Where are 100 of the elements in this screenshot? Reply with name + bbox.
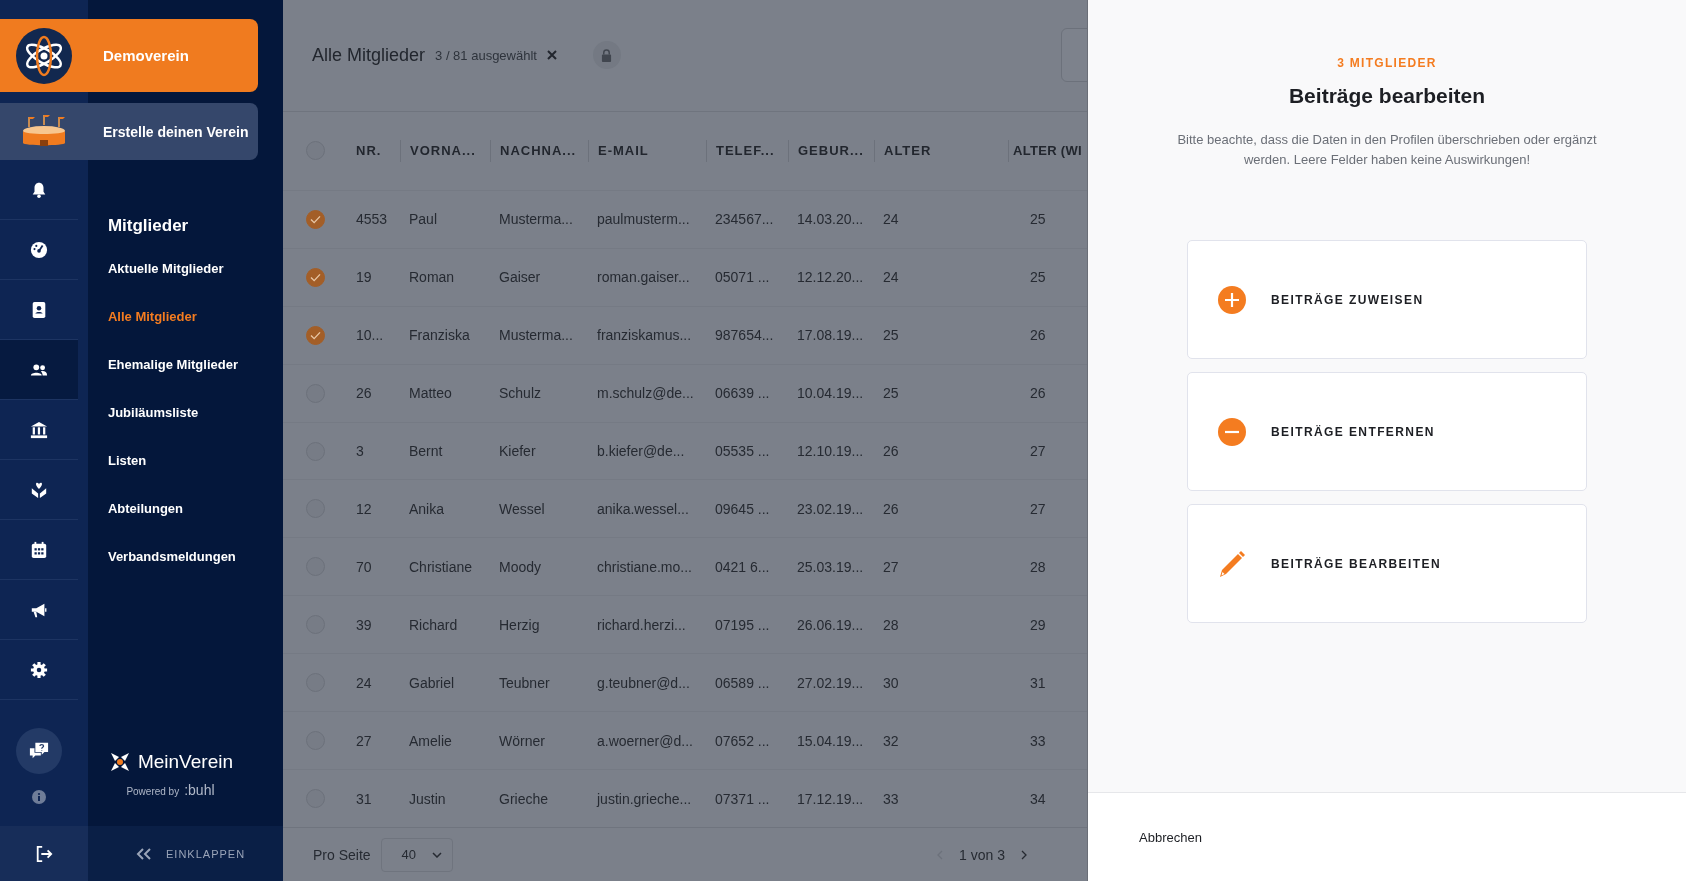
table-cell-text: 27 <box>1029 500 1047 517</box>
table-cell-text: 12 <box>355 500 373 517</box>
table-cell-text: 32 <box>882 732 900 749</box>
table-cell-text: Amelie <box>408 732 453 749</box>
table-cell-text: 0421 6... <box>714 558 771 575</box>
page-title: Alle Mitglieder <box>312 44 426 66</box>
table-cell-text: Paul <box>408 211 439 228</box>
close-icon[interactable] <box>546 50 557 61</box>
lock-button[interactable] <box>592 41 621 70</box>
logout-icon[interactable] <box>35 844 53 863</box>
table-cell-text: anika.wessel... <box>596 500 690 517</box>
table-cell-text: 05071 ... <box>714 269 771 286</box>
table-cell-text: Bernt <box>408 443 444 459</box>
table-cell-text: m.schulz@de... <box>596 385 695 402</box>
collapse-button[interactable]: EINKLAPPEN <box>88 847 246 860</box>
help-button[interactable] <box>15 728 62 774</box>
table-cell-text: Christiane <box>408 558 474 575</box>
stadium-icon <box>21 114 67 149</box>
table-cell-text: christiane.mo... <box>596 558 693 575</box>
next-page-icon[interactable] <box>1021 849 1027 860</box>
table-cell-text: richard.herzi... <box>596 616 687 633</box>
table-cell-text: Anika <box>408 500 446 517</box>
check-icon <box>309 214 321 224</box>
nav-link[interactable]: Verbandsmeldungen <box>107 532 236 580</box>
action-card[interactable]: BEITRÄGE BEARBEITEN <box>1187 504 1587 623</box>
row-checkbox[interactable] <box>305 267 325 287</box>
column-header[interactable]: VORNA... <box>400 139 490 162</box>
brand-name: MeinVerein <box>137 751 233 773</box>
table-cell-text: 987654... <box>714 327 775 344</box>
nav-link[interactable]: Listen <box>107 436 147 484</box>
table-cell-text: 25 <box>882 327 900 344</box>
table-cell-text: paulmusterm... <box>596 211 691 228</box>
nav-link[interactable]: Alle Mitglieder <box>107 292 197 340</box>
table-cell-text: 31 <box>355 790 373 807</box>
table-cell-text: 3 <box>355 443 365 459</box>
nav-link[interactable]: Ehemalige Mitglieder <box>107 340 238 388</box>
atom-logo-icon <box>16 27 72 84</box>
table-cell-text: 31 <box>1029 674 1047 691</box>
table-cell-text: franziskamus... <box>596 327 693 344</box>
table-cell-text: a.woerner@d... <box>596 732 694 749</box>
calendar-icon <box>29 540 48 559</box>
table-cell-text: 26 <box>1029 385 1047 402</box>
gauge-icon <box>29 240 48 259</box>
per-page-label: Pro Seite <box>313 846 371 863</box>
chevron-down-icon <box>431 851 442 858</box>
table-cell-text: 27 <box>882 558 900 575</box>
table-cell-text: 19 <box>355 269 373 286</box>
panel-title: Beiträge bearbeiten <box>1288 84 1486 108</box>
cancel-button[interactable]: Abbrechen <box>1139 829 1202 845</box>
table-cell-text: 70 <box>355 558 373 575</box>
nav-link[interactable]: Abteilungen <box>107 484 184 532</box>
powered-by-label: Powered by <box>126 786 180 797</box>
nav-link[interactable]: Aktuelle Mitglieder <box>107 244 224 292</box>
table-cell-text: 26.06.19... <box>796 616 865 633</box>
table-cell-text: 28 <box>1029 558 1047 575</box>
table-cell-text: 26 <box>1029 327 1047 344</box>
minus-icon <box>1218 417 1246 446</box>
action-card[interactable]: BEITRÄGE ZUWEISEN <box>1187 240 1587 359</box>
check-icon <box>309 330 321 340</box>
table-cell-text: 09645 ... <box>714 500 771 517</box>
row-checkbox[interactable] <box>305 209 325 229</box>
column-header[interactable]: ALTER <box>874 139 1008 162</box>
table-cell-text: 33 <box>1029 732 1047 749</box>
nav-link[interactable]: Jubiläumsliste <box>107 388 199 436</box>
selection-count: 3 / 81 ausgewählt <box>435 47 537 63</box>
per-page-select[interactable]: 40 <box>380 837 453 872</box>
column-header[interactable]: NR. <box>347 139 400 162</box>
pencil-icon <box>1218 549 1246 578</box>
table-cell-text: Richard <box>408 616 459 633</box>
create-club-card[interactable]: Erstelle deinen Verein <box>0 103 258 160</box>
table-cell-text: b.kiefer@de... <box>596 443 686 459</box>
table-cell-text: Schulz <box>498 385 543 402</box>
table-cell-text: 07652 ... <box>714 732 771 749</box>
table-cell-text: 25 <box>1029 269 1047 286</box>
club-name: Demoverein <box>103 47 189 64</box>
column-header[interactable]: E-MAIL <box>588 139 706 162</box>
info-icon[interactable] <box>31 790 46 804</box>
table-cell-text: 27 <box>355 732 373 749</box>
table-cell-text: 34 <box>1029 790 1047 807</box>
table-cell-text: 07371 ... <box>714 790 771 807</box>
table-cell-text: 26 <box>355 385 373 402</box>
table-cell-text: Kiefer <box>498 443 537 459</box>
table-cell-text: Gabriel <box>408 674 456 691</box>
column-header[interactable]: NACHNA... <box>490 139 588 162</box>
column-header[interactable]: GEBUR... <box>788 139 874 162</box>
table-cell-text: 27.02.19... <box>796 674 865 691</box>
table-cell-text: 10... <box>355 327 385 344</box>
table-cell-text: 26 <box>882 443 900 459</box>
table-cell-text: Herzig <box>498 616 541 633</box>
table-cell-text: 25.03.19... <box>796 558 865 575</box>
panel-description: Bitte beachte, dass die Daten in den Profilen überschrieben oder ergänzt werden. Leere Felder haben keine Auswirkungen! <box>1177 131 1597 169</box>
row-checkbox[interactable] <box>305 325 325 345</box>
table-cell-text: 26 <box>882 500 900 517</box>
table-cell-text: 24 <box>355 674 373 691</box>
table-cell-text: 25 <box>882 385 900 402</box>
table-cell-text: Justin <box>408 790 447 807</box>
column-header[interactable]: TELEF... <box>706 139 788 162</box>
double-chevron-icon <box>136 847 152 860</box>
action-card[interactable]: BEITRÄGE ENTFERNEN <box>1187 372 1587 491</box>
table-cell-text: 25 <box>1029 211 1047 228</box>
